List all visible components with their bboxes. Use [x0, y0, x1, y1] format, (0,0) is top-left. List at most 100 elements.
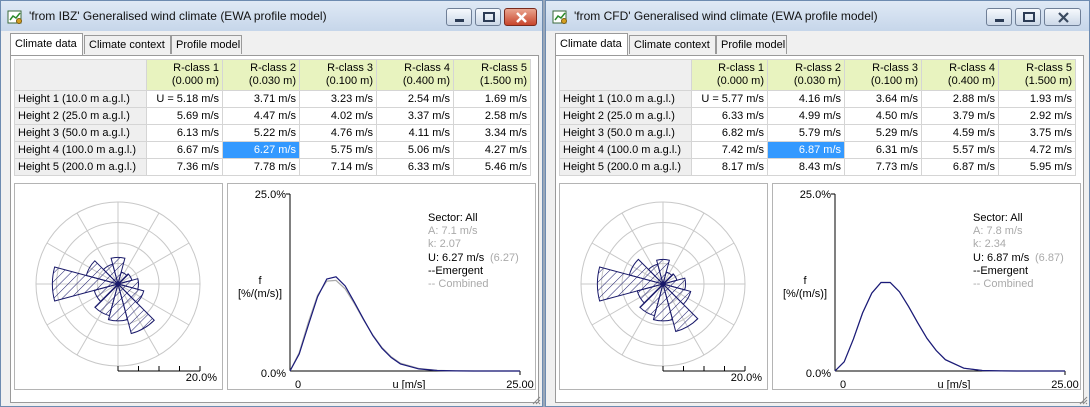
close-button[interactable]	[504, 8, 537, 26]
table-cell[interactable]: 4.11 m/s	[376, 124, 454, 142]
minimize-button[interactable]	[446, 8, 472, 26]
table-cell[interactable]: 7.78 m/s	[222, 158, 300, 176]
table-cell[interactable]: 4.72 m/s	[998, 141, 1076, 159]
table-row: Height 3 (50.0 m a.g.l.) 6.13 m/s 5.22 m…	[14, 124, 531, 142]
column-header[interactable]: R-class 4 (0.400 m)	[921, 59, 999, 91]
minimize-icon	[995, 19, 1004, 22]
row-header[interactable]: Height 4 (100.0 m a.g.l.)	[14, 141, 147, 159]
table-cell[interactable]: 2.88 m/s	[921, 90, 999, 108]
table-cell[interactable]: 3.79 m/s	[921, 107, 999, 125]
table-corner	[559, 59, 692, 91]
column-header[interactable]: R-class 1 (0.000 m)	[691, 59, 768, 91]
row-header[interactable]: Height 5 (200.0 m a.g.l.)	[14, 158, 147, 176]
table-cell[interactable]: 7.36 m/s	[146, 158, 223, 176]
table-cell[interactable]: 1.93 m/s	[998, 90, 1076, 108]
column-header[interactable]: R-class 3 (0.100 m)	[299, 59, 377, 91]
title-bar[interactable]: 'from CFD' Generalised wind climate (EWA…	[546, 1, 1089, 31]
close-icon	[1058, 12, 1069, 23]
row-header[interactable]: Height 3 (50.0 m a.g.l.)	[559, 124, 692, 142]
table-cell[interactable]: 6.87 m/s	[921, 158, 999, 176]
row-header[interactable]: Height 2 (25.0 m a.g.l.)	[559, 107, 692, 125]
table-cell[interactable]: 4.47 m/s	[222, 107, 300, 125]
table-row: Height 4 (100.0 m a.g.l.) 6.67 m/s 6.27 …	[14, 141, 531, 159]
table-cell[interactable]: 5.95 m/s	[998, 158, 1076, 176]
tab-climate-data[interactable]: Climate data	[555, 33, 628, 55]
row-header[interactable]: Height 1 (10.0 m a.g.l.)	[14, 90, 147, 108]
column-header[interactable]: R-class 2 (0.030 m)	[767, 59, 845, 91]
tab-climate-context[interactable]: Climate context	[84, 35, 171, 54]
title-bar[interactable]: 'from IBZ' Generalised wind climate (EWA…	[1, 1, 542, 31]
table-cell[interactable]: 3.75 m/s	[998, 124, 1076, 142]
table-cell[interactable]: 7.73 m/s	[844, 158, 922, 176]
table-cell[interactable]: 4.50 m/s	[844, 107, 922, 125]
legend-emergent: --Emergent	[428, 265, 483, 277]
table-cell[interactable]: 4.99 m/s	[767, 107, 845, 125]
table-cell[interactable]: 3.34 m/s	[453, 124, 531, 142]
tab-profile-model[interactable]: Profile model	[171, 35, 242, 54]
table-cell[interactable]: 3.37 m/s	[376, 107, 454, 125]
table-cell[interactable]: 4.02 m/s	[299, 107, 377, 125]
column-header[interactable]: R-class 1 (0.000 m)	[146, 59, 223, 91]
table-cell[interactable]: 5.06 m/s	[376, 141, 454, 159]
wind-rose-panel[interactable]: 20.0%	[559, 183, 768, 390]
table-cell[interactable]: 7.14 m/s	[299, 158, 377, 176]
table-cell[interactable]: 6.67 m/s	[146, 141, 223, 159]
table-cell[interactable]: 7.42 m/s	[691, 141, 768, 159]
table-cell[interactable]: 8.17 m/s	[691, 158, 768, 176]
column-header[interactable]: R-class 5 (1.500 m)	[453, 59, 531, 91]
table-cell[interactable]: 1.69 m/s	[453, 90, 531, 108]
tab-climate-context[interactable]: Climate context	[629, 35, 716, 54]
table-cell[interactable]: 5.75 m/s	[299, 141, 377, 159]
table-cell-selected[interactable]: 6.27 m/s	[222, 141, 300, 159]
table-cell[interactable]: 3.23 m/s	[299, 90, 377, 108]
column-header[interactable]: R-class 2 (0.030 m)	[222, 59, 300, 91]
column-header[interactable]: R-class 3 (0.100 m)	[844, 59, 922, 91]
table-cell[interactable]: 6.31 m/s	[844, 141, 922, 159]
table-cell[interactable]: 4.59 m/s	[921, 124, 999, 142]
y-axis-label: f [%/(m/s)]	[238, 275, 282, 300]
row-header[interactable]: Height 5 (200.0 m a.g.l.)	[559, 158, 692, 176]
table-cell[interactable]: 6.82 m/s	[691, 124, 768, 142]
table-cell[interactable]: 5.46 m/s	[453, 158, 531, 176]
maximize-button[interactable]	[1015, 8, 1041, 26]
table-cell[interactable]: 5.22 m/s	[222, 124, 300, 142]
maximize-icon	[483, 12, 495, 22]
row-header[interactable]: Height 1 (10.0 m a.g.l.)	[559, 90, 692, 108]
column-header[interactable]: R-class 4 (0.400 m)	[376, 59, 454, 91]
table-cell[interactable]: 6.33 m/s	[376, 158, 454, 176]
tab-climate-data[interactable]: Climate data	[10, 33, 83, 55]
frequency-distribution-panel[interactable]: 25.0% 0.0% 0 25.00 u [m/s] f [%/(m/s)] Se…	[227, 183, 536, 391]
table-cell[interactable]: 3.71 m/s	[222, 90, 300, 108]
row-header[interactable]: Height 4 (100.0 m a.g.l.)	[559, 141, 692, 159]
table-cell[interactable]: 2.92 m/s	[998, 107, 1076, 125]
table-cell[interactable]: 2.58 m/s	[453, 107, 531, 125]
table-cell[interactable]: U = 5.77 m/s	[691, 90, 768, 108]
tab-profile-model[interactable]: Profile model	[716, 35, 787, 54]
close-button[interactable]	[1044, 8, 1081, 26]
row-header[interactable]: Height 3 (50.0 m a.g.l.)	[14, 124, 147, 142]
wind-rose-panel[interactable]: 20.0%	[14, 183, 223, 390]
resize-grip-icon[interactable]	[531, 395, 541, 405]
row-header[interactable]: Height 2 (25.0 m a.g.l.)	[14, 107, 147, 125]
table-cell[interactable]: 4.16 m/s	[767, 90, 845, 108]
table-cell[interactable]: 3.64 m/s	[844, 90, 922, 108]
table-cell[interactable]: 5.57 m/s	[921, 141, 999, 159]
table-cell[interactable]: 5.29 m/s	[844, 124, 922, 142]
table-cell[interactable]: 2.54 m/s	[376, 90, 454, 108]
table-cell-selected[interactable]: 6.87 m/s	[767, 141, 845, 159]
maximize-button[interactable]	[475, 8, 501, 26]
table-cell[interactable]: 4.76 m/s	[299, 124, 377, 142]
resize-grip-icon[interactable]	[1078, 395, 1088, 405]
table-cell[interactable]: 6.33 m/s	[691, 107, 768, 125]
y-tick-label-top: 25.0%	[800, 189, 831, 201]
table-cell[interactable]: 8.43 m/s	[767, 158, 845, 176]
column-header[interactable]: R-class 5 (1.500 m)	[998, 59, 1076, 91]
frequency-distribution-panel[interactable]: 25.0% 0.0% 0 25.00 u [m/s] f [%/(m/s)] Se…	[772, 183, 1081, 391]
table-cell[interactable]: 4.27 m/s	[453, 141, 531, 159]
table-cell[interactable]: 5.69 m/s	[146, 107, 223, 125]
minimize-button[interactable]	[986, 8, 1012, 26]
table-cell[interactable]: U = 5.18 m/s	[146, 90, 223, 108]
table-cell[interactable]: 6.13 m/s	[146, 124, 223, 142]
table-cell[interactable]: 5.79 m/s	[767, 124, 845, 142]
climate-data-panel: R-class 1 (0.000 m) R-class 2 (0.030 m) R-…	[10, 55, 539, 403]
